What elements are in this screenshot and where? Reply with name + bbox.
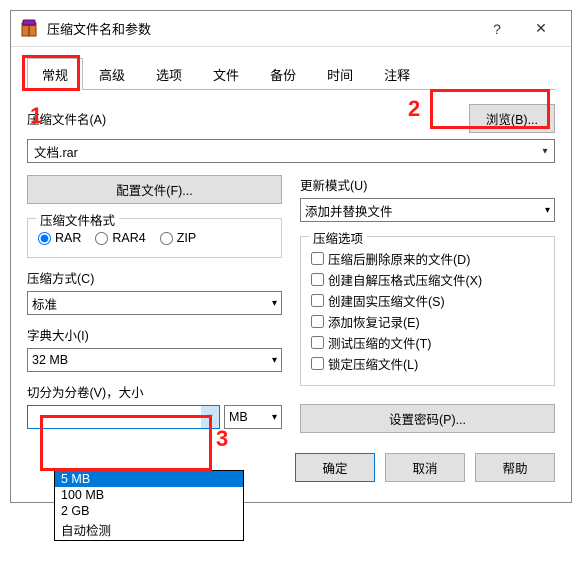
opt-delete-after[interactable]: 压缩后删除原来的文件(D): [311, 249, 544, 268]
tab-bar: 常规 高级 选项 文件 备份 时间 注释: [27, 57, 555, 90]
archive-name-input[interactable]: [28, 140, 536, 162]
split-option[interactable]: 2 GB: [55, 503, 243, 519]
compression-method-select[interactable]: 标准 ▾: [27, 291, 282, 315]
help-button[interactable]: ?: [475, 13, 519, 45]
opt-sfx[interactable]: 创建自解压格式压缩文件(X): [311, 270, 544, 289]
split-option[interactable]: 100 MB: [55, 487, 243, 503]
options-group-title: 压缩选项: [309, 228, 367, 247]
profiles-button[interactable]: 配置文件(F)...: [27, 175, 282, 204]
ok-button[interactable]: 确定: [295, 453, 375, 482]
chevron-down-icon: ▾: [272, 355, 277, 366]
annotation-number-2: 2: [408, 96, 420, 122]
opt-solid[interactable]: 创建固实压缩文件(S): [311, 291, 544, 310]
window-title: 压缩文件名和参数: [47, 19, 475, 38]
update-mode-select[interactable]: 添加并替换文件 ▾: [300, 198, 555, 222]
format-rar4[interactable]: RAR4: [95, 231, 145, 245]
app-icon: [19, 19, 39, 39]
chevron-down-icon: ▾: [545, 205, 550, 216]
tab-options[interactable]: 选项: [141, 58, 197, 90]
update-mode-value: 添加并替换文件: [305, 201, 393, 220]
tab-files[interactable]: 文件: [198, 58, 254, 90]
content-area: 常规 高级 选项 文件 备份 时间 注释 压缩文件名(A) 浏览(B)... ▾…: [11, 47, 571, 502]
split-unit-select[interactable]: MB ▾: [224, 405, 282, 429]
split-option[interactable]: 5 MB: [55, 471, 243, 487]
method-value: 标准: [32, 294, 57, 313]
archive-name-combo[interactable]: ▾: [27, 139, 555, 163]
chevron-down-icon: ▾: [272, 412, 277, 423]
tab-time[interactable]: 时间: [312, 58, 368, 90]
browse-button[interactable]: 浏览(B)...: [469, 104, 555, 133]
opt-test[interactable]: 测试压缩的文件(T): [311, 333, 544, 352]
dict-value: 32 MB: [32, 353, 68, 367]
tab-advanced[interactable]: 高级: [84, 58, 140, 90]
split-size-input[interactable]: [28, 406, 201, 428]
tab-backup[interactable]: 备份: [255, 58, 311, 90]
dictionary-size-select[interactable]: 32 MB ▾: [27, 348, 282, 372]
method-label: 压缩方式(C): [27, 268, 282, 287]
format-zip[interactable]: ZIP: [160, 231, 196, 245]
format-group-title: 压缩文件格式: [36, 210, 119, 229]
close-button[interactable]: ✕: [519, 13, 563, 45]
format-rar[interactable]: RAR: [38, 231, 81, 245]
chevron-down-icon[interactable]: ▾: [201, 406, 219, 428]
titlebar: 压缩文件名和参数 ? ✕: [11, 11, 571, 47]
split-size-combo[interactable]: ▾: [27, 405, 220, 429]
split-label: 切分为分卷(V)，大小: [27, 382, 282, 401]
opt-lock[interactable]: 锁定压缩文件(L): [311, 354, 544, 373]
split-option[interactable]: 自动检测: [55, 519, 243, 540]
annotation-number-3: 3: [216, 426, 228, 452]
annotation-number-1: 1: [30, 103, 42, 129]
update-mode-label: 更新模式(U): [300, 175, 555, 194]
help-button-footer[interactable]: 帮助: [475, 453, 555, 482]
tab-comment[interactable]: 注释: [369, 58, 425, 90]
cancel-button[interactable]: 取消: [385, 453, 465, 482]
opt-recovery[interactable]: 添加恢复记录(E): [311, 312, 544, 331]
tab-general[interactable]: 常规: [27, 58, 83, 90]
set-password-button[interactable]: 设置密码(P)...: [300, 404, 555, 433]
chevron-down-icon: ▾: [272, 298, 277, 309]
chevron-down-icon[interactable]: ▾: [536, 140, 554, 162]
dialog-window: 压缩文件名和参数 ? ✕ 常规 高级 选项 文件 备份 时间 注释 压缩文件名(…: [10, 10, 572, 503]
split-unit-value: MB: [229, 410, 248, 424]
split-size-dropdown[interactable]: 5 MB 100 MB 2 GB 自动检测: [54, 470, 244, 541]
dict-label: 字典大小(I): [27, 325, 282, 344]
